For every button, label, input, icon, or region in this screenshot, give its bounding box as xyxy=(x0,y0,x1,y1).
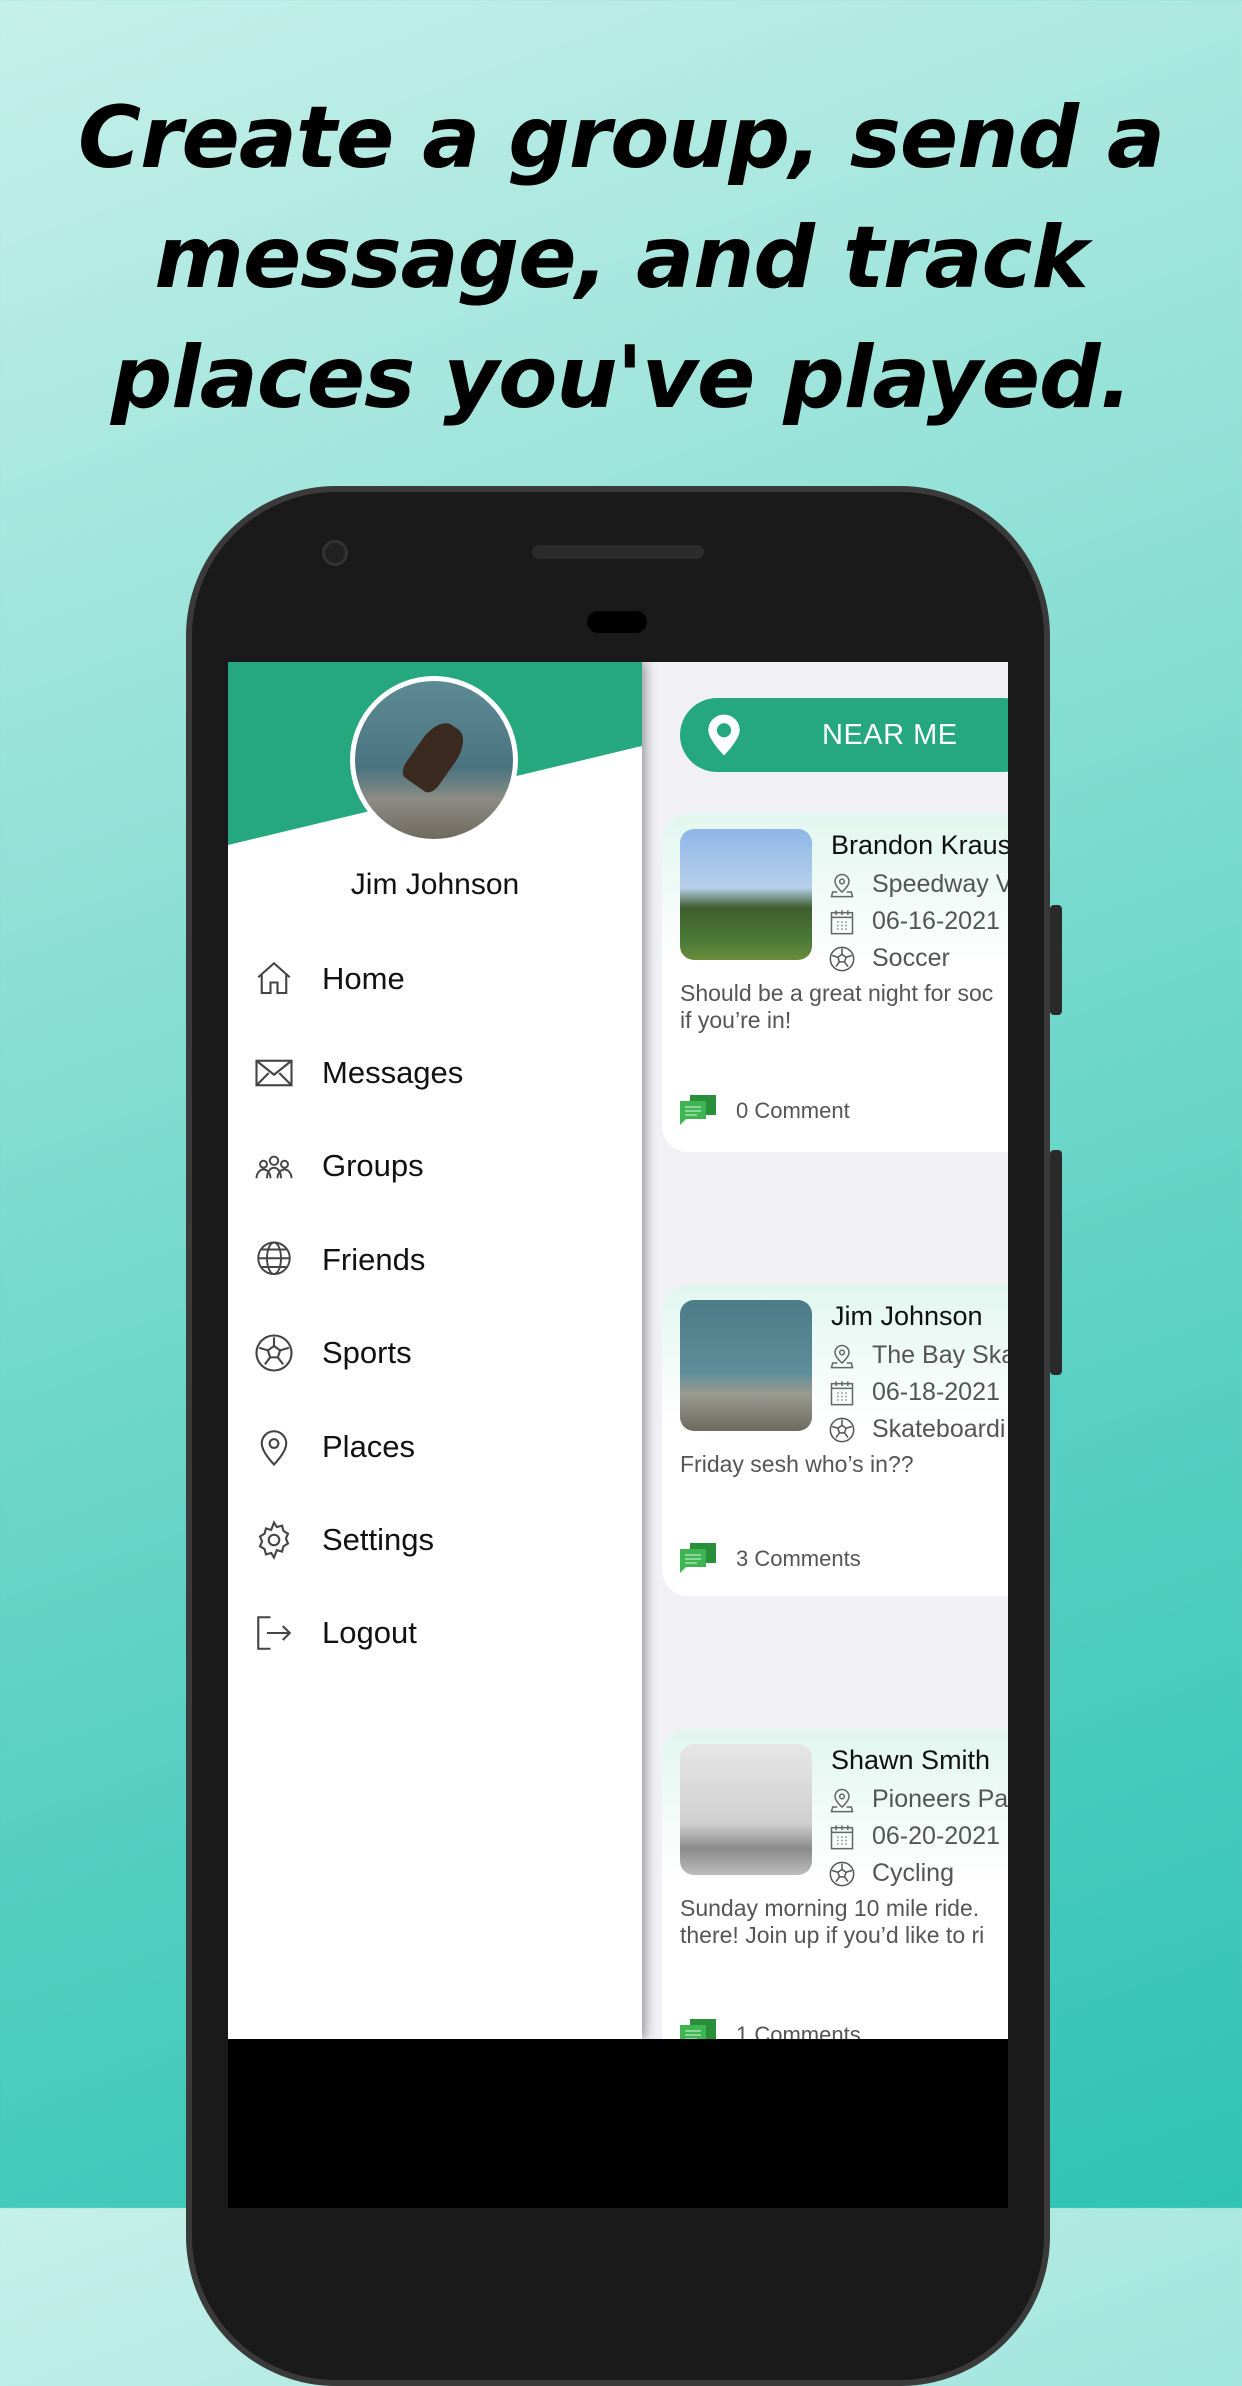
gear-icon xyxy=(258,1520,290,1560)
menu-item-label: Places xyxy=(322,1429,416,1464)
menu-item-label: Sports xyxy=(322,1335,412,1370)
comment-icon xyxy=(680,1543,716,1573)
comments-link[interactable]: 3 Comments xyxy=(680,1543,861,1575)
post-place-row: Pioneers Pa xyxy=(828,1785,1008,1814)
volume-button xyxy=(1050,1150,1062,1375)
menu-item-places[interactable]: Places xyxy=(253,1417,623,1477)
home-icon xyxy=(257,961,291,995)
post-text: Should be a great night for soc if you’r… xyxy=(680,980,994,1033)
post-card[interactable]: Shawn Smith Pioneers Pa 06-20-2021 Cycli… xyxy=(662,1729,1008,2039)
menu-item-label: Messages xyxy=(322,1055,464,1090)
post-place-row: Speedway V xyxy=(828,870,1008,899)
menu-item-label: Logout xyxy=(322,1615,417,1650)
logout-icon xyxy=(257,1616,292,1650)
comments-link[interactable]: 0 Comment xyxy=(680,1095,850,1127)
near-me-button[interactable]: NEAR ME xyxy=(680,698,1008,772)
power-button xyxy=(1050,905,1062,1015)
post-sport: Cycling xyxy=(872,1859,954,1887)
user-name: Jim Johnson xyxy=(350,868,520,901)
front-camera xyxy=(322,540,348,566)
headline-line-2: message, and track xyxy=(154,208,1088,308)
location-icon xyxy=(830,873,854,897)
post-sport-row: Skateboardi xyxy=(828,1415,1005,1444)
navigation-drawer: Jim Johnson Home Messages Groups Friends… xyxy=(228,662,642,2039)
menu-item-label: Settings xyxy=(322,1522,435,1557)
post-date: 06-18-2021 xyxy=(872,1378,1000,1406)
post-author[interactable]: Shawn Smith xyxy=(831,1745,990,1776)
post-place: The Bay Ska xyxy=(872,1341,1008,1369)
location-icon xyxy=(830,1788,854,1812)
menu-item-label: Groups xyxy=(322,1148,424,1183)
post-image xyxy=(680,829,812,960)
post-sport-row: Soccer xyxy=(828,944,950,973)
proximity-sensor xyxy=(587,611,647,633)
post-date: 06-20-2021 xyxy=(872,1822,1000,1850)
post-sport: Soccer xyxy=(872,944,950,972)
feed-content: NEAR ME Brandon Kraus Speedway V 06-16-2… xyxy=(642,662,1008,2039)
headline: Create a group, send a message, and trac… xyxy=(0,78,1242,438)
app-screen: Jim Johnson Home Messages Groups Friends… xyxy=(228,662,1008,2039)
menu-item-messages[interactable]: Messages xyxy=(253,1043,623,1103)
post-place: Pioneers Pa xyxy=(872,1785,1008,1813)
groups-icon xyxy=(255,1155,293,1179)
comment-icon xyxy=(680,1095,716,1125)
menu-item-label: Home xyxy=(322,961,405,996)
menu-item-friends[interactable]: Friends xyxy=(253,1230,623,1290)
comments-link[interactable]: 1 Comments xyxy=(680,2019,861,2039)
post-date-row: 06-18-2021 xyxy=(828,1378,1000,1407)
avatar[interactable] xyxy=(350,676,518,844)
map-pin-icon xyxy=(708,714,740,756)
menu-item-groups[interactable]: Groups xyxy=(253,1136,623,1196)
post-image xyxy=(680,1744,812,1875)
comment-icon xyxy=(680,2019,716,2039)
post-text: Sunday morning 10 mile ride. there! Join… xyxy=(680,1895,985,1948)
earpiece-speaker xyxy=(532,545,704,559)
post-date-row: 06-16-2021 xyxy=(828,907,1000,936)
soccer-ball-icon xyxy=(255,1334,293,1372)
headline-line-1: Create a group, send a xyxy=(78,88,1165,188)
soccer-ball-icon xyxy=(829,946,855,971)
map-pin-icon xyxy=(260,1430,288,1466)
location-icon xyxy=(830,1344,854,1368)
calendar-icon xyxy=(830,1380,854,1405)
post-author[interactable]: Brandon Kraus xyxy=(831,830,1008,861)
post-sport-row: Cycling xyxy=(828,1859,954,1888)
post-date: 06-16-2021 xyxy=(872,907,1000,935)
post-card[interactable]: Brandon Kraus Speedway V 06-16-2021 Socc… xyxy=(662,814,1008,1152)
post-place: Speedway V xyxy=(872,870,1008,898)
menu-item-label: Friends xyxy=(322,1242,426,1277)
menu-item-logout[interactable]: Logout xyxy=(253,1603,623,1663)
soccer-ball-icon xyxy=(829,1417,855,1442)
calendar-icon xyxy=(830,1824,854,1849)
comments-count: 3 Comments xyxy=(736,1546,861,1571)
near-me-label: NEAR ME xyxy=(822,718,958,751)
calendar-icon xyxy=(830,909,854,934)
menu-item-settings[interactable]: Settings xyxy=(253,1510,623,1570)
post-date-row: 06-20-2021 xyxy=(828,1822,1000,1851)
soccer-ball-icon xyxy=(829,1861,855,1886)
post-author[interactable]: Jim Johnson xyxy=(831,1301,983,1332)
post-sport: Skateboardi xyxy=(872,1415,1006,1443)
comments-count: 0 Comment xyxy=(736,1098,850,1123)
post-text: Friday sesh who’s in?? xyxy=(680,1451,914,1477)
post-image xyxy=(680,1300,812,1431)
comments-count: 1 Comments xyxy=(736,2022,861,2039)
globe-people-icon xyxy=(257,1241,291,1275)
envelope-icon xyxy=(255,1059,293,1087)
phone-chin xyxy=(228,2039,1008,2208)
menu-item-home[interactable]: Home xyxy=(253,949,623,1009)
headline-line-3: places you've played. xyxy=(110,328,1133,428)
menu-item-sports[interactable]: Sports xyxy=(253,1323,623,1383)
post-place-row: The Bay Ska xyxy=(828,1341,1008,1370)
post-card[interactable]: Jim Johnson The Bay Ska 06-18-2021 Skate… xyxy=(662,1285,1008,1596)
